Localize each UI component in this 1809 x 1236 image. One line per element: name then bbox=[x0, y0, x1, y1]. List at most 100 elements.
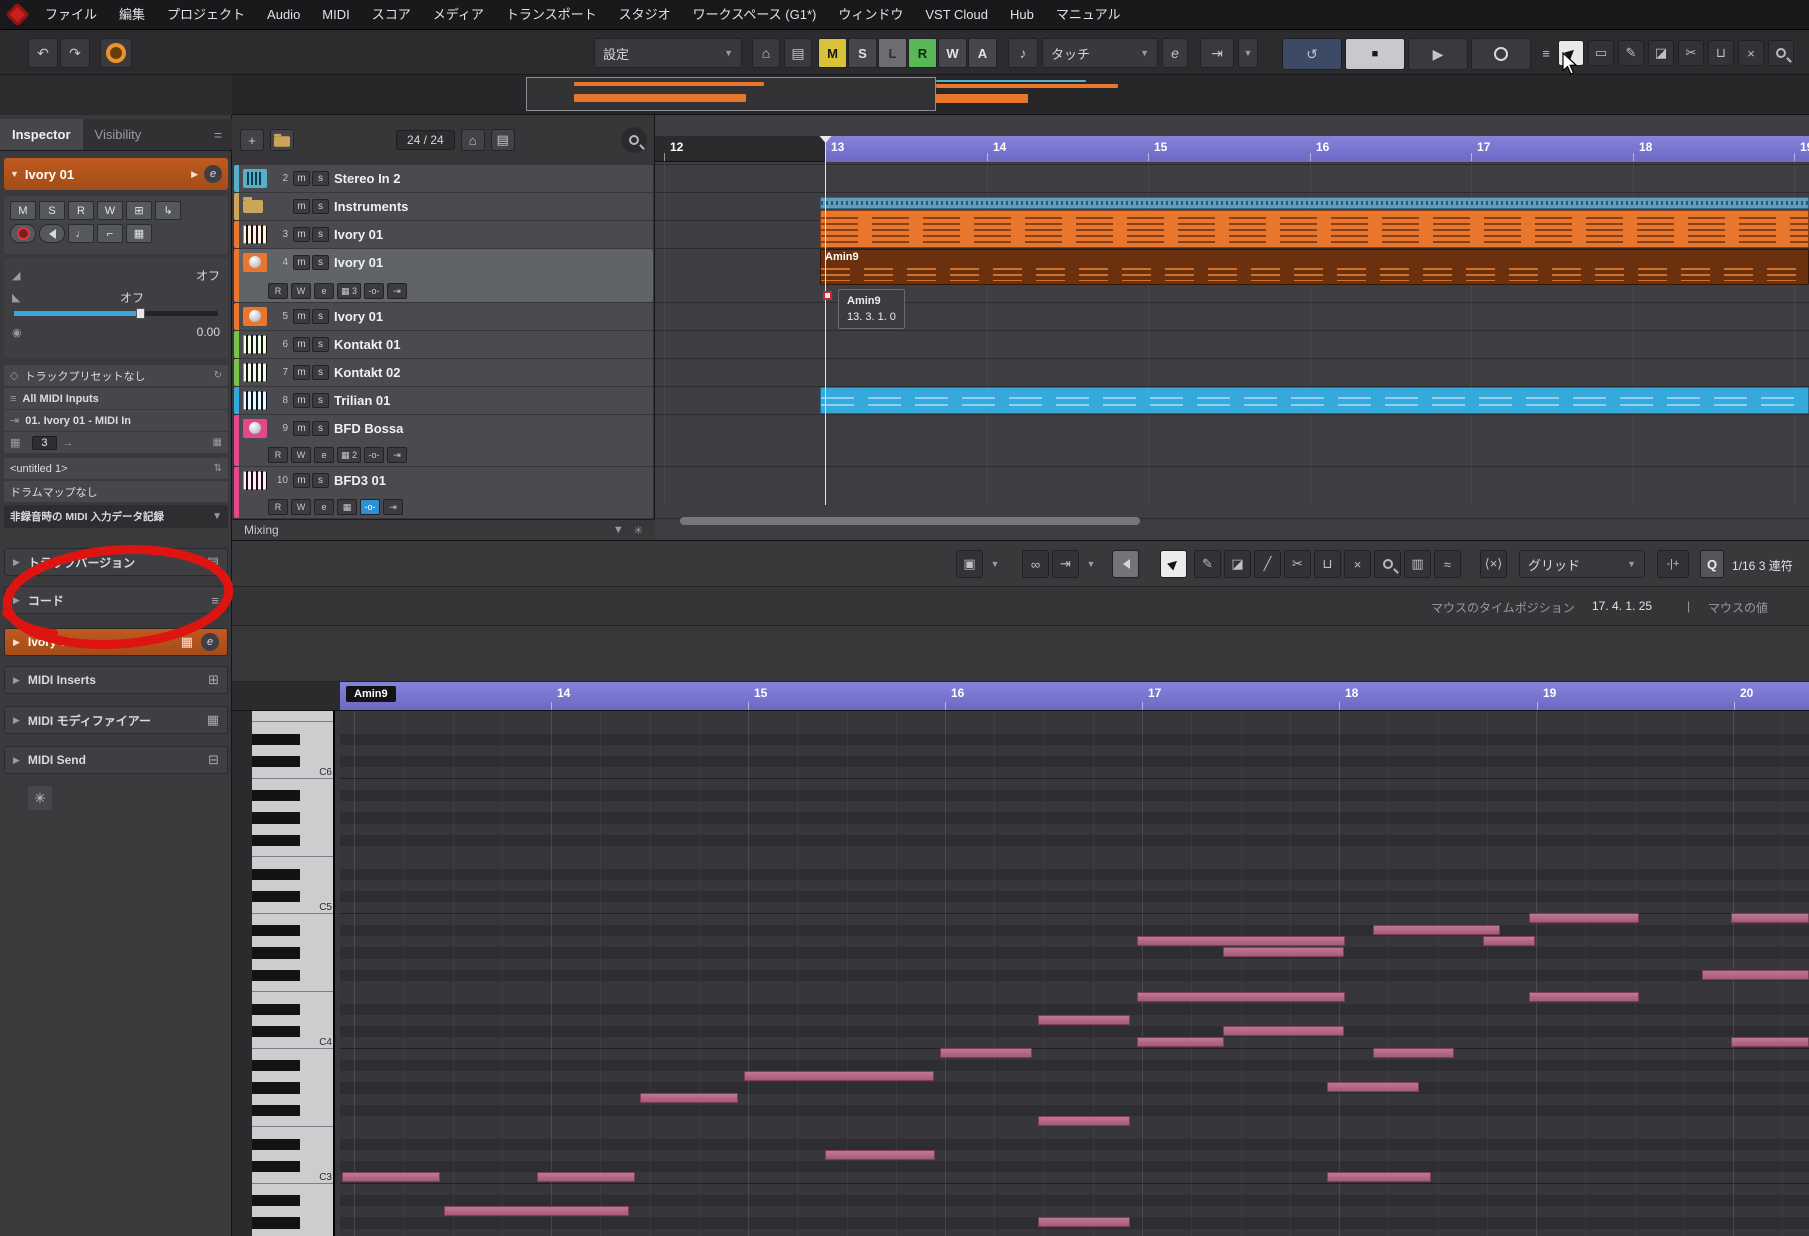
toolbar-setup-dropdown[interactable]: 設定 ▼ bbox=[594, 38, 742, 68]
white-key[interactable] bbox=[252, 1116, 333, 1128]
arrangement-area[interactable]: 12 13 14 15 16 17 18 19 Amin9 Amin9 13. 3. 1. 0 bbox=[655, 115, 1809, 540]
white-key[interactable] bbox=[252, 711, 333, 723]
undo-button[interactable]: ↶ bbox=[28, 38, 58, 68]
piano-roll-grid[interactable] bbox=[340, 711, 1809, 1236]
play-button[interactable]: ▶ bbox=[1408, 38, 1468, 70]
midi-channel-box[interactable]: ▦ 2 bbox=[337, 447, 362, 463]
white-key[interactable] bbox=[252, 1093, 333, 1105]
menu-item[interactable]: 編集 bbox=[108, 0, 156, 30]
program-row[interactable]: <untitled 1> ⇅ bbox=[4, 458, 228, 479]
menu-item[interactable]: MIDI bbox=[311, 0, 360, 30]
grid-mode-dropdown[interactable]: グリッド ▼ bbox=[1519, 550, 1645, 578]
midi-note[interactable] bbox=[825, 1150, 935, 1160]
automation-a-button[interactable]: A bbox=[968, 38, 997, 68]
inspector-section-instrument[interactable]: ▶ Ivory 01 ▦ e bbox=[4, 628, 228, 656]
track-row-kontakt-02[interactable]: 7 m s Kontakt 02 bbox=[234, 359, 653, 386]
midi-note[interactable] bbox=[1137, 992, 1345, 1002]
time-warp-tool[interactable]: ▥ bbox=[1404, 550, 1431, 578]
edit-channel-settings-button[interactable]: e bbox=[204, 165, 222, 183]
track-delay-value[interactable]: 0.00 bbox=[197, 325, 220, 339]
menu-item[interactable]: VST Cloud bbox=[914, 0, 999, 30]
midi-note[interactable] bbox=[1327, 1172, 1431, 1182]
editor-ruler[interactable]: Amin9 14 15 16 17 18 19 20 bbox=[340, 682, 1809, 711]
zoom-tool[interactable] bbox=[1768, 40, 1794, 66]
automation-mode-dropdown[interactable]: タッチ ▼ bbox=[1042, 38, 1158, 68]
midi-note[interactable] bbox=[1038, 1217, 1130, 1227]
menu-item[interactable]: トランスポート bbox=[495, 0, 608, 30]
read-automation-button[interactable]: R bbox=[268, 447, 288, 463]
monitor-button[interactable] bbox=[39, 224, 65, 243]
black-key[interactable] bbox=[252, 1217, 333, 1229]
white-key[interactable] bbox=[252, 823, 333, 835]
tab-visibility[interactable]: Visibility bbox=[83, 119, 154, 150]
black-key[interactable] bbox=[252, 1059, 333, 1071]
midi-clip-selected-amin9[interactable]: Amin9 bbox=[820, 249, 1809, 285]
white-key[interactable] bbox=[252, 981, 333, 993]
solo-button[interactable]: s bbox=[312, 199, 329, 214]
use-track-preset-button[interactable] bbox=[270, 129, 294, 151]
black-key[interactable] bbox=[252, 1194, 333, 1206]
range-selection-tool[interactable]: ▭ bbox=[1588, 40, 1614, 66]
link-projects-button[interactable]: ∞ bbox=[1022, 550, 1049, 578]
glue-tool[interactable]: ⊔ bbox=[1708, 40, 1734, 66]
midi-clip-trilian[interactable] bbox=[820, 387, 1809, 414]
mute-button[interactable]: m bbox=[293, 473, 310, 488]
black-key[interactable] bbox=[252, 1138, 333, 1150]
black-key[interactable] bbox=[252, 1003, 333, 1015]
erase-tool[interactable]: ◪ bbox=[1648, 40, 1674, 66]
draw-tool[interactable]: ✎ bbox=[1194, 550, 1221, 578]
black-key[interactable] bbox=[252, 868, 333, 880]
midi-note[interactable] bbox=[1137, 936, 1345, 946]
track-row-stereo-in-2[interactable]: 2 m s Stereo In 2 bbox=[234, 165, 653, 192]
midi-note[interactable] bbox=[1373, 1048, 1454, 1058]
midi-note[interactable] bbox=[1373, 925, 1500, 935]
white-key[interactable] bbox=[252, 1127, 333, 1139]
white-key[interactable] bbox=[252, 857, 333, 869]
inspector-track-header[interactable]: ▼ Ivory 01 ▶ e bbox=[4, 158, 228, 190]
collapse-arrow-icon[interactable]: ▼ bbox=[10, 169, 19, 179]
black-key[interactable] bbox=[252, 756, 333, 768]
mute-button[interactable]: m bbox=[293, 365, 310, 380]
read-automation-button[interactable]: R bbox=[268, 283, 288, 299]
menu-item[interactable]: Audio bbox=[256, 0, 311, 30]
output-button[interactable]: ⇥ bbox=[387, 447, 408, 463]
editor-info-button[interactable]: ▣ bbox=[956, 550, 983, 578]
auto-quantize-button[interactable]: ⟨×⟩ bbox=[1480, 550, 1507, 578]
find-track-button[interactable] bbox=[621, 127, 647, 153]
midi-note[interactable] bbox=[1483, 936, 1535, 946]
menu-item[interactable]: マニュアル bbox=[1045, 0, 1132, 30]
output-button[interactable]: ⇥ bbox=[387, 283, 408, 299]
midi-clip-ivory-01[interactable] bbox=[820, 210, 1809, 248]
black-key[interactable] bbox=[252, 891, 333, 903]
track-row-kontakt-01[interactable]: 6 m s Kontakt 01 bbox=[234, 331, 653, 358]
mute-button[interactable]: m bbox=[293, 421, 310, 436]
inspector-section-track-versions[interactable]: ▶ トラックバージョン ▤ bbox=[4, 548, 228, 576]
horizontal-scrollbar[interactable] bbox=[680, 517, 1140, 525]
automation-r-button[interactable]: R bbox=[908, 38, 937, 68]
lock-track-button[interactable]: ⌐ bbox=[97, 224, 123, 243]
midi-note[interactable] bbox=[640, 1093, 738, 1103]
track-filter-button[interactable]: ⌂ bbox=[460, 129, 485, 151]
white-key[interactable] bbox=[252, 778, 333, 790]
stepper-icon[interactable]: ⇅ bbox=[214, 463, 222, 474]
quantize-value[interactable]: 1/16 3 連符 bbox=[1732, 557, 1793, 574]
edit-instrument-button[interactable]: e bbox=[314, 499, 334, 515]
white-key[interactable] bbox=[252, 801, 333, 813]
track-row-bfd-bossa[interactable]: 9 m s BFD Bossa R We ▦ 2 -o- ⇥ bbox=[234, 415, 653, 466]
white-key[interactable] bbox=[252, 744, 333, 756]
menu-item[interactable]: スコア bbox=[361, 0, 422, 30]
edit-instrument-button[interactable]: e bbox=[314, 283, 334, 299]
volume-value[interactable]: オフ bbox=[196, 267, 220, 284]
audio-clip-stereo-in[interactable] bbox=[820, 197, 1809, 209]
mute-button[interactable]: m bbox=[293, 227, 310, 242]
playhead-marker-icon[interactable] bbox=[819, 136, 832, 149]
split-tool[interactable]: ✂ bbox=[1284, 550, 1311, 578]
midi-note[interactable] bbox=[537, 1172, 635, 1182]
erase-tool[interactable]: ◪ bbox=[1224, 550, 1251, 578]
white-key[interactable] bbox=[252, 722, 333, 734]
write-automation-button[interactable]: W bbox=[291, 499, 311, 515]
autoscroll-button[interactable]: ⇥ bbox=[1200, 38, 1234, 68]
black-key[interactable] bbox=[252, 812, 333, 824]
white-key[interactable] bbox=[252, 936, 333, 948]
stop-button[interactable]: ■ bbox=[1345, 38, 1405, 70]
